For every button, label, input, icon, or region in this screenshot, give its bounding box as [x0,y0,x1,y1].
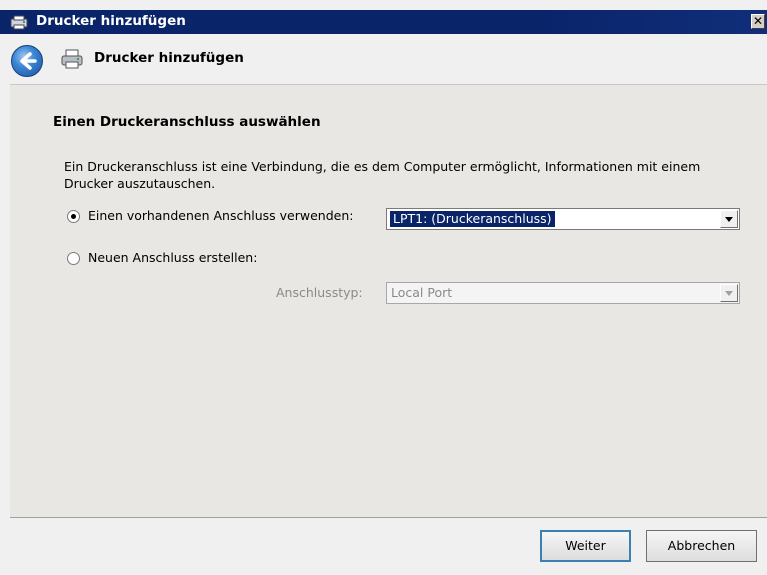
radio-new-port[interactable] [67,252,80,265]
title-bar[interactable]: Drucker hinzufügen ✕ [0,10,767,34]
existing-port-value: LPT1: (Druckeranschluss) [390,211,555,227]
cancel-button[interactable]: Abbrechen [646,530,757,562]
existing-port-select[interactable]: LPT1: (Druckeranschluss) [386,208,740,230]
port-type-select[interactable]: Local Port [386,282,740,304]
close-icon: ✕ [752,14,764,28]
close-button[interactable]: ✕ [751,14,765,29]
wizard-header: Drucker hinzufügen [0,34,767,85]
radio-selected-dot [71,214,76,219]
port-type-value: Local Port [391,285,453,300]
description-text: Ein Druckeranschluss ist eine Verbindung… [64,159,701,191]
port-type-label: Anschlusstyp: [276,285,363,300]
back-button[interactable] [11,45,43,77]
printer-wizard-icon [10,15,28,30]
next-button[interactable]: Weiter [540,530,631,562]
radio-existing-port-label[interactable]: Einen vorhandenen Anschluss verwenden: [88,208,353,223]
radio-existing-port[interactable] [67,210,80,223]
radio-new-port-label[interactable]: Neuen Anschluss erstellen: [88,250,257,265]
wizard-title: Drucker hinzufügen [94,50,244,66]
dropdown-arrow-icon[interactable] [720,210,738,228]
arrow-left-icon [20,52,37,70]
window-title: Drucker hinzufügen [36,13,186,29]
section-heading: Einen Druckeranschluss auswählen [53,114,321,130]
printer-icon [61,49,83,69]
add-printer-window: Drucker hinzufügen ✕ Drucker hinzufügen … [0,0,767,575]
dropdown-arrow-icon[interactable] [720,284,738,302]
